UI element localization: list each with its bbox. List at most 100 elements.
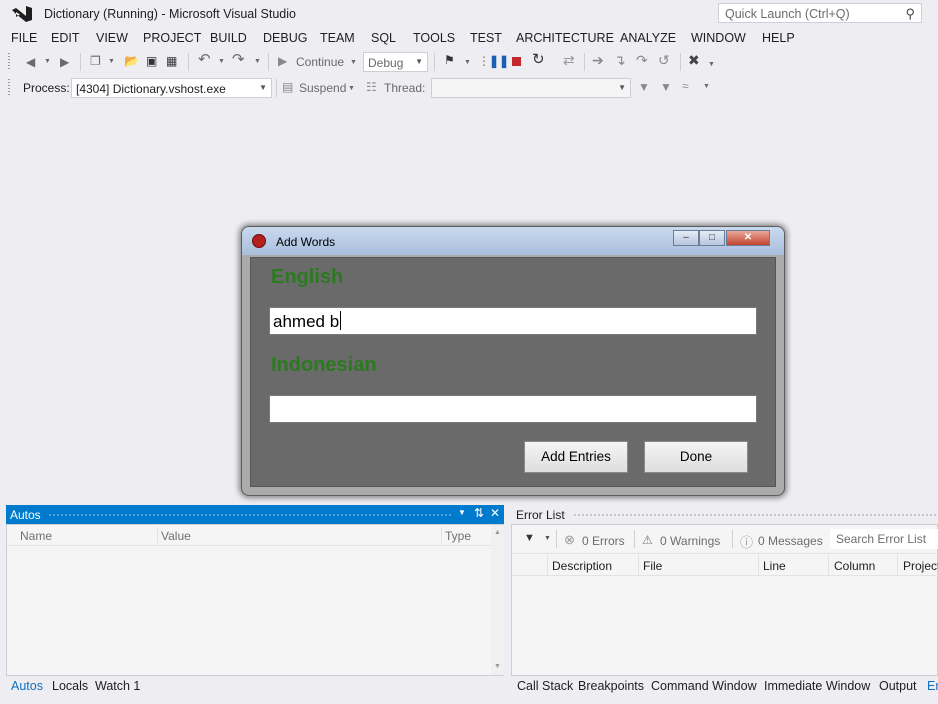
tab-immediate-window[interactable]: Immediate Window: [764, 679, 870, 693]
pin-icon[interactable]: ⇅: [474, 506, 484, 520]
toolbar-grip[interactable]: [8, 79, 10, 97]
restart-icon[interactable]: ↻: [532, 52, 545, 67]
errors-count[interactable]: 0 Errors: [582, 534, 625, 548]
toolbar-options-icon[interactable]: ▼: [703, 80, 710, 94]
flag-filter-icon[interactable]: ▼: [660, 80, 672, 94]
quick-launch-input[interactable]: Quick Launch (Ctrl+Q) ⚲: [718, 3, 922, 23]
app-icon[interactable]: [252, 234, 266, 248]
tab-error-list[interactable]: Error List: [927, 679, 938, 693]
english-input[interactable]: ahmed b: [269, 307, 757, 335]
column-divider[interactable]: [441, 527, 442, 543]
menu-help[interactable]: HELP: [762, 31, 795, 45]
autos-panel-header[interactable]: Autos ▼ ⇅ ✕: [6, 505, 504, 524]
column-header-value[interactable]: Value: [161, 529, 191, 543]
menu-debug[interactable]: DEBUG: [263, 31, 307, 45]
column-divider[interactable]: [828, 555, 829, 575]
menu-architecture[interactable]: ARCHITECTURE: [516, 31, 614, 45]
toolbar-options-icon[interactable]: ▼: [708, 58, 715, 72]
column-divider[interactable]: [758, 555, 759, 575]
column-divider[interactable]: [157, 527, 158, 543]
column-divider[interactable]: [897, 555, 898, 575]
chevron-down-icon[interactable]: ▼: [44, 55, 51, 69]
column-divider[interactable]: [547, 555, 548, 575]
lifecycle-events-icon[interactable]: ▤: [282, 80, 293, 94]
open-file-icon[interactable]: 📂: [124, 54, 139, 68]
menu-view[interactable]: VIEW: [96, 31, 128, 45]
column-header-line[interactable]: Line: [763, 559, 786, 573]
column-header-project[interactable]: Project: [903, 559, 938, 573]
tab-command-window[interactable]: Command Window: [651, 679, 757, 693]
menu-project[interactable]: PROJECT: [143, 31, 201, 45]
chevron-down-icon[interactable]: ▼: [108, 55, 115, 69]
thread-select[interactable]: ▼: [431, 78, 631, 98]
continue-label[interactable]: Continue: [296, 55, 344, 69]
apply-code-changes-icon[interactable]: ⇄: [563, 53, 575, 67]
navigate-back-icon[interactable]: ◀: [26, 55, 35, 69]
process-select[interactable]: [4304] Dictionary.vshost.exe ▼: [71, 78, 272, 98]
panel-menu-icon[interactable]: ▼: [458, 508, 466, 517]
chevron-down-icon[interactable]: ▼: [464, 56, 471, 70]
step-over-icon[interactable]: ↷: [636, 53, 648, 67]
menu-edit[interactable]: EDIT: [51, 31, 79, 45]
tab-locals[interactable]: Locals: [52, 679, 88, 693]
hex-display-icon[interactable]: ✖: [688, 53, 700, 67]
chevron-down-icon[interactable]: ▼: [254, 55, 261, 69]
solution-config-select[interactable]: Debug ▼: [363, 52, 428, 72]
scroll-down-icon[interactable]: ▼: [494, 663, 501, 670]
publish-icon[interactable]: ⚑: [444, 53, 455, 67]
navigate-forward-icon[interactable]: ▶: [60, 55, 69, 69]
close-button[interactable]: ✕: [726, 230, 770, 246]
column-header-description[interactable]: Description: [552, 559, 612, 573]
column-header-file[interactable]: File: [643, 559, 662, 573]
column-header-column[interactable]: Column: [834, 559, 875, 573]
stop-debugging-icon[interactable]: [512, 57, 521, 66]
maximize-button[interactable]: □: [699, 230, 725, 246]
tab-watch-1[interactable]: Watch 1: [95, 679, 140, 693]
indonesian-input[interactable]: [269, 395, 757, 423]
redo-icon[interactable]: ↷: [232, 52, 245, 67]
menu-window[interactable]: WINDOW: [691, 31, 746, 45]
tab-call-stack[interactable]: Call Stack: [517, 679, 573, 693]
stack-frames-icon[interactable]: ≈: [682, 79, 689, 93]
column-header-name[interactable]: Name: [20, 529, 52, 543]
column-header-type[interactable]: Type: [445, 529, 471, 543]
new-project-icon[interactable]: ❐: [90, 54, 101, 68]
done-button[interactable]: Done: [644, 441, 748, 473]
continue-icon[interactable]: ▶: [278, 54, 287, 68]
tab-output[interactable]: Output: [879, 679, 917, 693]
info-icon[interactable]: ⓘ: [740, 532, 753, 551]
menu-build[interactable]: BUILD: [210, 31, 247, 45]
warning-icon[interactable]: ⚠: [642, 533, 653, 547]
messages-count[interactable]: 0 Messages: [758, 534, 823, 548]
step-into-icon[interactable]: ↴: [614, 53, 626, 67]
step-out-icon[interactable]: ↺: [658, 53, 670, 67]
search-error-list-input[interactable]: Search Error List: [830, 529, 938, 549]
add-entries-button[interactable]: Add Entries: [524, 441, 628, 473]
minimize-button[interactable]: –: [673, 230, 699, 246]
menu-sql[interactable]: SQL: [371, 31, 396, 45]
menu-test[interactable]: TEST: [470, 31, 502, 45]
scroll-up-icon[interactable]: ▲: [494, 529, 501, 536]
filter-icon[interactable]: ▼: [524, 532, 535, 544]
tab-autos[interactable]: Autos: [11, 679, 43, 693]
filter-icon[interactable]: ▼: [638, 80, 650, 94]
error-list-panel-header[interactable]: Error List: [511, 505, 938, 524]
menu-file[interactable]: FILE: [11, 31, 37, 45]
dialog-title-bar[interactable]: Add Words – □ ✕: [242, 227, 784, 255]
chevron-down-icon[interactable]: ▼: [350, 56, 357, 70]
vertical-scrollbar[interactable]: ▲ ▼: [491, 525, 504, 675]
chevron-down-icon[interactable]: ▼: [218, 55, 225, 69]
suspend-label[interactable]: Suspend: [299, 81, 346, 95]
chevron-down-icon[interactable]: ▼: [348, 82, 355, 96]
column-divider[interactable]: [638, 555, 639, 575]
warnings-count[interactable]: 0 Warnings: [660, 534, 720, 548]
close-icon[interactable]: ✕: [490, 506, 500, 520]
menu-team[interactable]: TEAM: [320, 31, 355, 45]
toolbar-grip[interactable]: [8, 53, 10, 71]
menu-tools[interactable]: TOOLS: [413, 31, 455, 45]
undo-icon[interactable]: ↶: [198, 52, 211, 67]
save-icon[interactable]: ▣: [146, 54, 157, 68]
show-next-statement-icon[interactable]: ➔: [592, 53, 604, 67]
menu-analyze[interactable]: ANALYZE: [620, 31, 676, 45]
error-icon[interactable]: ⊗: [564, 532, 575, 548]
